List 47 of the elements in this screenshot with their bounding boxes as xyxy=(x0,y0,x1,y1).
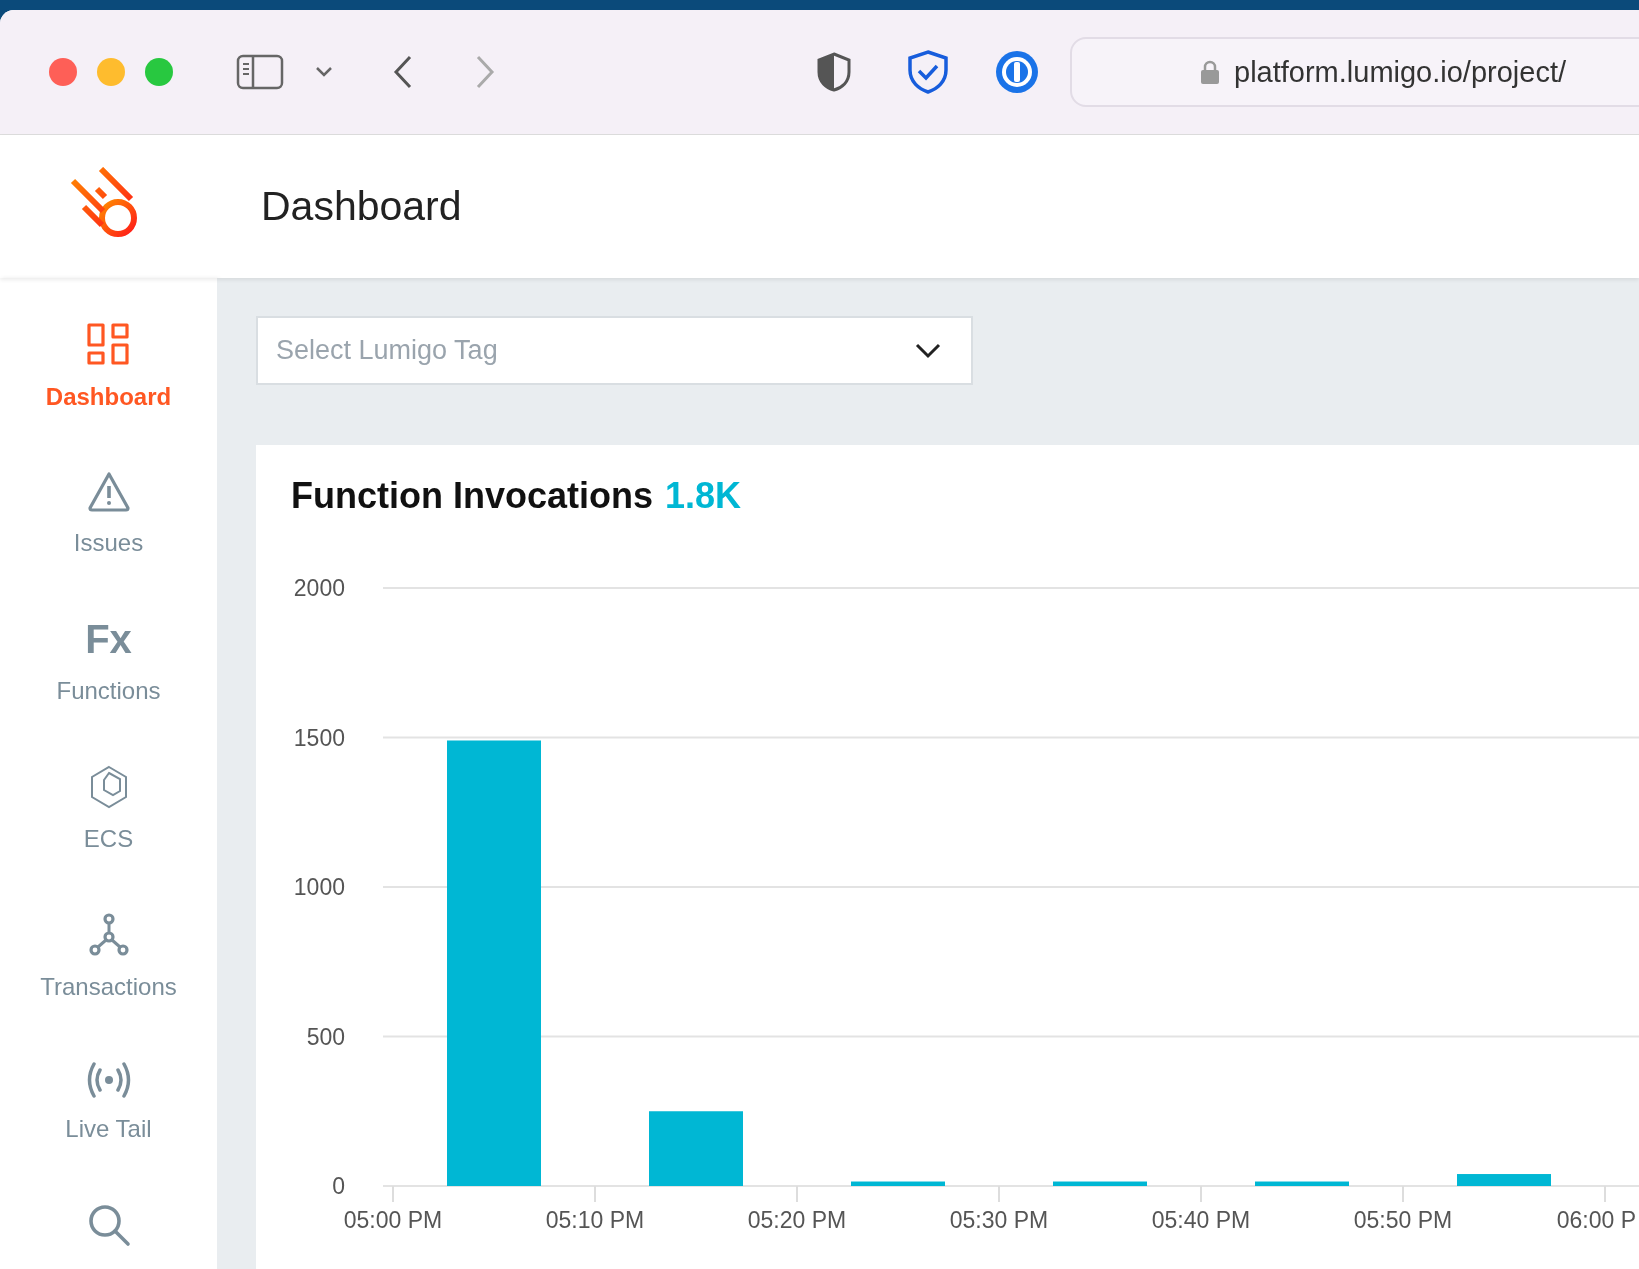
nav-label: ECS xyxy=(83,825,134,853)
nav-label: Live Tail xyxy=(65,1115,152,1143)
axis-label: 06:00 P xyxy=(1556,1207,1636,1233)
axis-label: 05:30 PM xyxy=(949,1207,1049,1233)
axis-label: 1000 xyxy=(293,874,345,900)
nav-item[interactable]: Fx Functions xyxy=(13,617,204,705)
broadcast-icon xyxy=(85,1061,132,1099)
nav-label: Functions xyxy=(56,677,161,705)
card-title: Function Invocations xyxy=(291,475,653,517)
axis-label: 2000 xyxy=(293,575,345,601)
forward-icon[interactable] xyxy=(474,54,496,90)
search-icon[interactable] xyxy=(86,1203,131,1247)
maximize-window-icon[interactable] xyxy=(144,57,174,87)
axis-label: 0 xyxy=(332,1173,345,1199)
total-count: 1.8K xyxy=(665,475,742,517)
chevron-down-icon xyxy=(915,342,941,359)
dashboard-icon xyxy=(86,323,131,367)
sidebar-toggle-icon[interactable] xyxy=(236,54,284,90)
shield-check-icon[interactable] xyxy=(906,50,950,94)
nav-item[interactable]: Issues xyxy=(13,471,204,557)
function-glyph: Fx xyxy=(85,617,132,661)
axis-label: 05:20 PM xyxy=(747,1207,847,1233)
axis-label: 05:10 PM xyxy=(545,1207,645,1233)
warning-icon xyxy=(86,471,131,513)
axis-label: 500 xyxy=(306,1023,345,1050)
back-icon[interactable] xyxy=(392,54,414,90)
nav-item[interactable]: ECS xyxy=(13,765,204,853)
axis-label: 05:50 PM xyxy=(1353,1207,1453,1233)
page-title: Dashboard xyxy=(261,183,462,230)
address-bar[interactable]: platform.lumigo.io/project/ xyxy=(1070,37,1639,107)
nav-label: Issues xyxy=(73,529,144,557)
nav-label: Transactions xyxy=(40,973,177,1001)
axis-label: 05:40 PM xyxy=(1151,1207,1251,1233)
password-manager-icon[interactable] xyxy=(994,49,1040,95)
network-icon xyxy=(86,913,131,957)
nav-item[interactable]: Dashboard xyxy=(13,323,204,411)
shield-icon[interactable] xyxy=(816,52,852,92)
axis-label: 05:00 PM xyxy=(343,1207,443,1233)
axis-label: 1500 xyxy=(293,724,345,751)
close-window-icon[interactable] xyxy=(48,57,78,87)
nav-item[interactable]: Live Tail xyxy=(13,1061,204,1143)
lock-icon xyxy=(1200,59,1220,85)
nav-label: Dashboard xyxy=(45,383,172,411)
nav-item[interactable]: Transactions xyxy=(13,913,204,1001)
chevron-down-icon[interactable] xyxy=(314,65,334,79)
tag-select[interactable]: Select Lumigo Tag xyxy=(256,316,973,385)
url-text: platform.lumigo.io/project/ xyxy=(1234,55,1567,89)
